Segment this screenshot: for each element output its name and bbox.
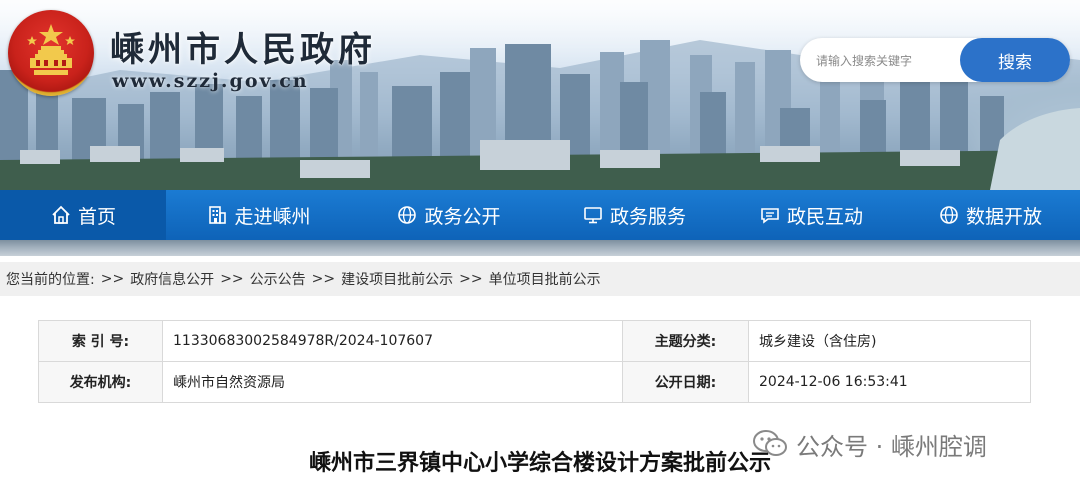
publisher-value: 嵊州市自然资源局 <box>162 361 623 403</box>
nav-item-public-interaction[interactable]: 政民互动 <box>722 190 900 240</box>
main-nav: 首页 走进嵊州 政务公开 政务服务 政民互动 数据开放 <box>0 190 1080 240</box>
home-icon <box>52 205 70 224</box>
wechat-watermark: 公众号 · 嵊州腔调 <box>752 424 987 464</box>
index-number-value: 11330683002584978R/2024-107607 <box>162 320 623 362</box>
nav-item-open-data[interactable]: 数据开放 <box>900 190 1080 240</box>
breadcrumb-label: 您当前的位置: <box>6 272 95 288</box>
nav-item-label: 政务公开 <box>424 205 501 228</box>
search-input[interactable] <box>814 48 968 74</box>
topic-category-label: 主题分类: <box>622 320 749 362</box>
building-icon <box>209 206 227 224</box>
site-title: 嵊州市人民政府 <box>110 30 376 70</box>
wechat-icon <box>753 430 787 456</box>
publish-date-value: 2024-12-06 16:53:41 <box>748 361 1031 403</box>
search-box: 搜索 <box>800 38 1070 82</box>
breadcrumb-separator: >> <box>220 271 244 287</box>
nav-item-label: 走进嵊州 <box>234 205 311 228</box>
chat-icon <box>761 208 779 224</box>
globe-icon <box>398 206 417 224</box>
document-meta-table: 索 引 号: 11330683002584978R/2024-107607 主题… <box>38 320 1031 403</box>
globe-icon <box>940 206 958 224</box>
nav-item-home[interactable]: 首页 <box>0 190 166 240</box>
nav-item-label: 政民互动 <box>786 205 863 228</box>
nav-underlay-image <box>0 240 1080 256</box>
nav-item-gov-affairs-open[interactable]: 政务公开 <box>351 190 546 240</box>
search-button[interactable]: 搜索 <box>960 38 1070 82</box>
index-number-label: 索 引 号: <box>38 320 163 362</box>
breadcrumb-link-unit-project-notices[interactable]: 单位项目批前公示 <box>489 269 601 289</box>
nav-item-gov-services[interactable]: 政务服务 <box>546 190 722 240</box>
breadcrumb-link-gov-info[interactable]: 政府信息公开 <box>130 269 214 289</box>
table-row: 发布机构: 嵊州市自然资源局 公开日期: 2024-12-06 16:53:41 <box>38 361 1031 403</box>
breadcrumb-separator: >> <box>459 271 483 287</box>
breadcrumb-link-announcements[interactable]: 公示公告 <box>250 269 306 289</box>
breadcrumb-separator: >> <box>311 271 336 287</box>
watermark-text: 公众号 · 嵊州腔调 <box>796 432 987 461</box>
monitor-icon <box>584 207 602 224</box>
site-url: www.szzj.gov.cn <box>112 70 309 92</box>
breadcrumb-link-project-notices[interactable]: 建设项目批前公示 <box>341 269 453 289</box>
breadcrumb-separator: >> <box>100 271 125 287</box>
nav-item-label: 首页 <box>77 205 116 228</box>
nav-item-about-shengzhou[interactable]: 走进嵊州 <box>166 190 351 240</box>
nav-item-label: 政务服务 <box>609 205 686 228</box>
header-banner: 嵊州市人民政府 www.szzj.gov.cn 搜索 <box>0 0 1080 190</box>
table-row: 索 引 号: 11330683002584978R/2024-107607 主题… <box>38 320 1031 362</box>
publish-date-label: 公开日期: <box>622 361 749 403</box>
nav-item-label: 数据开放 <box>965 205 1042 228</box>
breadcrumb: 您当前的位置: >> 政府信息公开 >> 公示公告 >> 建设项目批前公示 >>… <box>0 262 1080 296</box>
publisher-label: 发布机构: <box>38 361 163 403</box>
national-emblem-logo <box>8 10 94 96</box>
topic-category-value: 城乡建设（含住房) <box>748 320 1031 362</box>
